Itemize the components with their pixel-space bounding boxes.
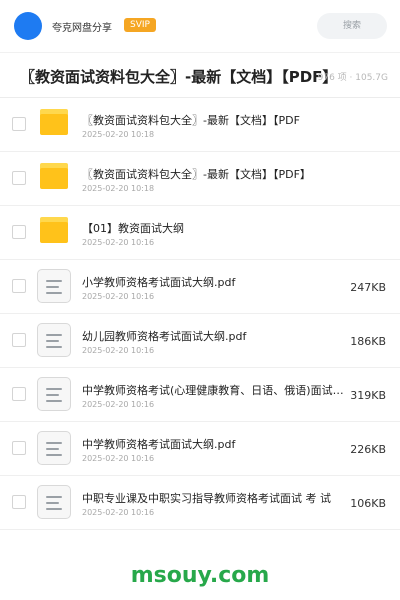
document-icon <box>37 269 71 303</box>
item-date: 2025-02-20 10:18 <box>82 130 155 139</box>
list-item[interactable]: 中学教师资格考试(心理健康教育、日语、俄语)面试大纲.pdf 2025-02-2… <box>0 368 400 422</box>
item-date: 2025-02-20 10:16 <box>82 508 155 517</box>
select-checkbox[interactable] <box>12 117 26 131</box>
select-checkbox[interactable] <box>12 333 26 347</box>
item-date: 2025-02-20 10:16 <box>82 400 155 409</box>
app-header: 夸克网盘分享 SVIP 搜索 <box>0 0 400 52</box>
select-checkbox[interactable] <box>12 387 26 401</box>
folder-icon <box>40 109 68 135</box>
avatar[interactable] <box>14 12 42 40</box>
document-icon <box>37 377 71 411</box>
item-name: 小学教师资格考试面试大纲.pdf <box>82 276 236 289</box>
folder-icon <box>40 217 68 243</box>
item-name: 中学教师资格考试面试大纲.pdf <box>82 438 236 451</box>
svip-badge: SVIP <box>124 18 156 32</box>
app-name: 夸克网盘分享 <box>52 23 112 34</box>
item-size: 247KB <box>350 281 386 294</box>
item-date: 2025-02-20 10:16 <box>82 454 155 463</box>
select-checkbox[interactable] <box>12 171 26 185</box>
item-name: 幼儿园教师资格考试面试大纲.pdf <box>82 330 247 343</box>
document-icon <box>37 485 71 519</box>
search-input[interactable]: 搜索 <box>317 13 387 39</box>
item-size: 226KB <box>350 443 386 456</box>
list-item[interactable]: 〖教资面试资料包大全〗-最新【文档】【PDF 2025-02-20 10:18 <box>0 98 400 152</box>
list-item[interactable]: 中学教师资格考试面试大纲.pdf 2025-02-20 10:16 226KB <box>0 422 400 476</box>
item-size: 319KB <box>350 389 386 402</box>
item-name: 【01】教资面试大纲 <box>82 222 184 235</box>
item-name: 〖教资面试资料包大全〗-最新【文档】【PDF】 <box>82 168 311 181</box>
folder-title-bar: 〖教资面试资料包大全〗-最新【文档】【PDF】 976 项 · 105.7G <box>0 52 400 98</box>
file-list: 〖教资面试资料包大全〗-最新【文档】【PDF 2025-02-20 10:18 … <box>0 98 400 530</box>
item-name: 〖教资面试资料包大全〗-最新【文档】【PDF <box>82 114 300 127</box>
item-name: 中学教师资格考试(心理健康教育、日语、俄语)面试大纲.pdf <box>82 384 354 397</box>
select-checkbox[interactable] <box>12 441 26 455</box>
document-icon <box>37 323 71 357</box>
item-name: 中职专业课及中职实习指导教师资格考试面试 考 试 <box>82 492 331 505</box>
list-item[interactable]: 小学教师资格考试面试大纲.pdf 2025-02-20 10:16 247KB <box>0 260 400 314</box>
item-date: 2025-02-20 10:16 <box>82 238 155 247</box>
item-date: 2025-02-20 10:18 <box>82 184 155 193</box>
folder-meta: 976 项 · 105.7G <box>317 73 388 83</box>
select-checkbox[interactable] <box>12 225 26 239</box>
list-item[interactable]: 〖教资面试资料包大全〗-最新【文档】【PDF】 2025-02-20 10:18 <box>0 152 400 206</box>
folder-icon <box>40 163 68 189</box>
list-item[interactable]: 【01】教资面试大纲 2025-02-20 10:16 <box>0 206 400 260</box>
item-date: 2025-02-20 10:16 <box>82 292 155 301</box>
item-size: 106KB <box>350 497 386 510</box>
watermark: msouy.com <box>130 563 270 588</box>
item-size: 186KB <box>350 335 386 348</box>
select-checkbox[interactable] <box>12 495 26 509</box>
select-checkbox[interactable] <box>12 279 26 293</box>
document-icon <box>37 431 71 465</box>
page-title: 〖教资面试资料包大全〗-最新【文档】【PDF】 <box>20 68 338 86</box>
list-item[interactable]: 幼儿园教师资格考试面试大纲.pdf 2025-02-20 10:16 186KB <box>0 314 400 368</box>
list-item[interactable]: 中职专业课及中职实习指导教师资格考试面试 考 试 2025-02-20 10:1… <box>0 476 400 530</box>
item-date: 2025-02-20 10:16 <box>82 346 155 355</box>
